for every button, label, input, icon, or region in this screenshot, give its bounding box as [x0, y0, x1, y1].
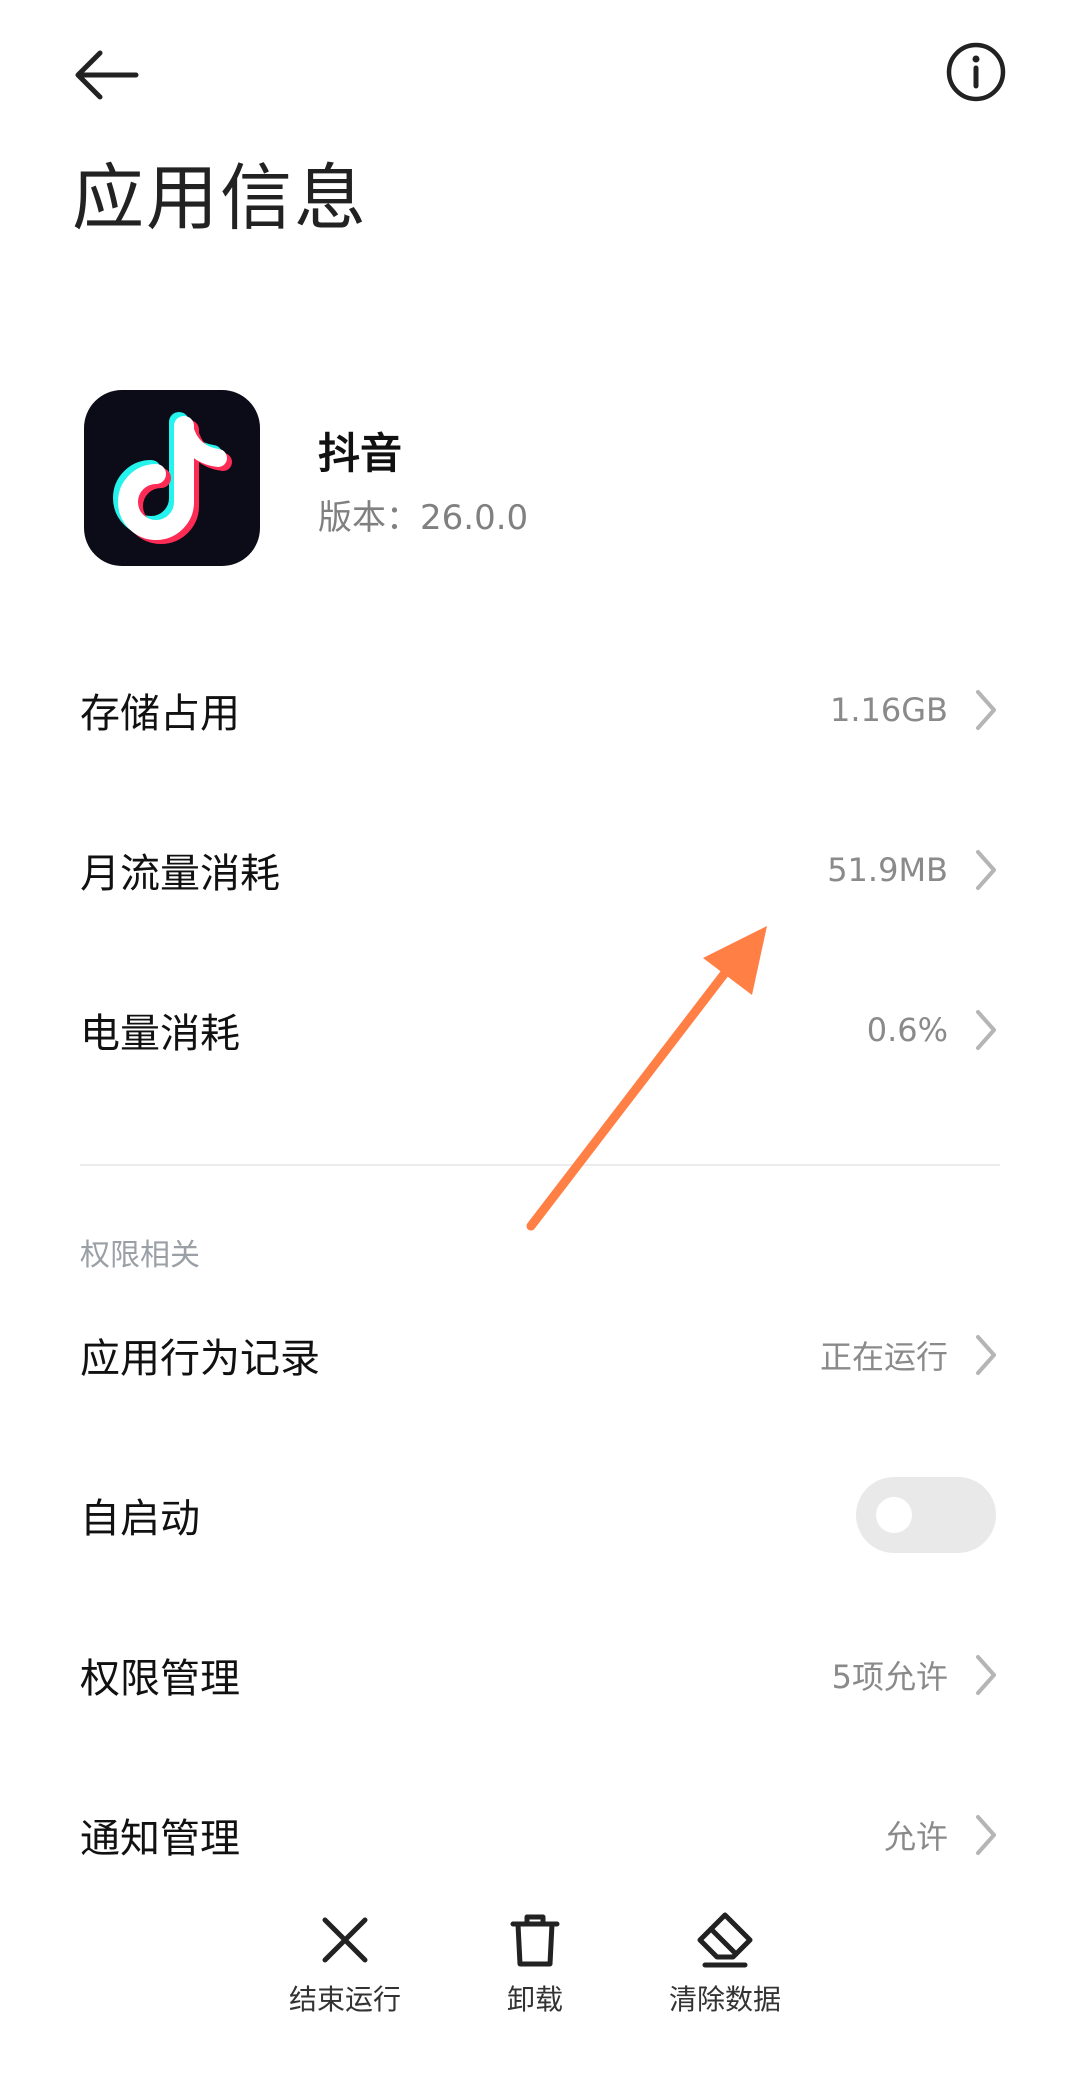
chevron-right-icon — [976, 850, 996, 890]
section-title: 权限相关 — [80, 1238, 200, 1273]
row-label: 存储占用 — [80, 691, 240, 737]
row-value: 51.9MB — [827, 851, 948, 889]
trash-icon — [510, 1914, 560, 1967]
row-label: 通知管理 — [80, 1816, 240, 1862]
chevron-right-icon — [976, 690, 996, 730]
row-label: 自启动 — [80, 1496, 200, 1542]
chevron-right-icon — [976, 1815, 996, 1855]
bottom-action-bar: 结束运行 卸载 清除数据 — [0, 1900, 1080, 2079]
row-value: 1.16GB — [830, 691, 948, 729]
section-divider — [80, 1164, 1000, 1166]
force-stop-button[interactable]: 结束运行 — [265, 1910, 425, 2060]
tiktok-logo-icon — [84, 390, 260, 566]
app-version: 版本：26.0.0 — [318, 498, 529, 538]
row-label: 月流量消耗 — [80, 851, 280, 897]
toggle-knob — [876, 1497, 912, 1533]
autostart-toggle[interactable] — [856, 1477, 996, 1553]
permission-management-row[interactable]: 权限管理 5项允许 — [0, 1595, 1080, 1755]
chevron-right-icon — [976, 1010, 996, 1050]
chevron-right-icon — [976, 1655, 996, 1695]
arrow-left-icon — [75, 50, 139, 100]
app-name: 抖音 — [318, 429, 403, 478]
row-value: 0.6% — [866, 1011, 948, 1049]
app-header: 抖音 版本：26.0.0 — [84, 390, 1004, 570]
autostart-row: 自启动 — [0, 1435, 1080, 1595]
monthly-data-row[interactable]: 月流量消耗 51.9MB — [0, 790, 1080, 950]
action-label: 清除数据 — [668, 1983, 781, 2016]
row-label: 电量消耗 — [80, 1011, 240, 1057]
chevron-right-icon — [976, 1335, 996, 1375]
page-title: 应用信息 — [72, 156, 369, 240]
row-value: 5项允许 — [831, 1658, 948, 1696]
row-value: 正在运行 — [819, 1338, 948, 1376]
battery-usage-row[interactable]: 电量消耗 0.6% — [0, 950, 1080, 1110]
info-button[interactable] — [944, 40, 1008, 104]
clear-data-button[interactable]: 清除数据 — [645, 1910, 805, 2060]
eraser-icon — [697, 1912, 753, 1968]
top-bar — [0, 0, 1080, 150]
notification-management-row[interactable]: 通知管理 允许 — [0, 1755, 1080, 1915]
row-label: 权限管理 — [80, 1656, 240, 1702]
app-behavior-record-row[interactable]: 应用行为记录 正在运行 — [0, 1275, 1080, 1435]
close-x-icon — [322, 1917, 368, 1963]
uninstall-button[interactable]: 卸载 — [455, 1910, 615, 2060]
row-value: 允许 — [883, 1818, 948, 1856]
back-button[interactable] — [70, 40, 150, 110]
storage-row[interactable]: 存储占用 1.16GB — [0, 630, 1080, 790]
action-label: 结束运行 — [288, 1983, 401, 2016]
action-label: 卸载 — [506, 1983, 563, 2016]
row-label: 应用行为记录 — [80, 1336, 320, 1382]
info-circle-icon — [946, 42, 1006, 102]
